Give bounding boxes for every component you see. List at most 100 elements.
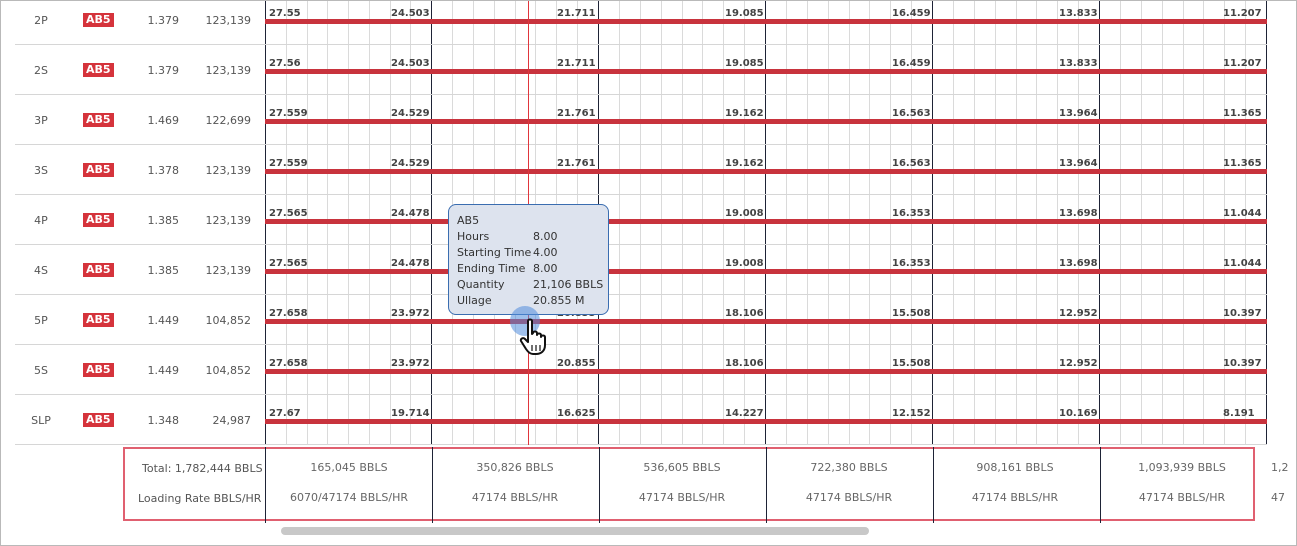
grade-badge-label: AB5: [83, 263, 114, 277]
ullage-value: 15.508: [892, 308, 931, 319]
ullage-value: 18.106: [725, 308, 764, 319]
gantt-chart[interactable]: 27.55 24.503 21.711 19.085 16.459 13.833 11.20…: [265, 1, 1267, 445]
ullage-value: 27.658: [269, 308, 308, 319]
totals-divider: [1100, 447, 1101, 523]
interval-loading-rate: 47174 BBLS/HR: [638, 491, 726, 504]
ullage-value: 14.227: [725, 408, 764, 419]
capacity-value: 104,852: [205, 364, 252, 377]
overflow-quantity: 1,2: [1271, 461, 1289, 474]
ullage-value: 10.397: [1223, 358, 1262, 369]
ullage-value: 12.152: [892, 408, 931, 419]
capacity-value: 122,699: [205, 114, 252, 127]
grade-badge-label: AB5: [83, 413, 114, 427]
tooltip-label: Hours: [457, 230, 490, 243]
ullage-value: 19.085: [725, 8, 764, 19]
ullage-value: 24.503: [391, 58, 430, 69]
tooltip-value: 8.00: [533, 230, 558, 243]
tooltip-value: 21,106 BBLS: [533, 278, 604, 291]
totals-divider: [933, 447, 934, 523]
ullage-value: 27.559: [269, 108, 308, 119]
loading-bar[interactable]: [265, 269, 1267, 274]
interval-quantity: 908,161 BBLS: [976, 461, 1054, 474]
grade-badge: AB5: [83, 163, 114, 177]
tooltip-row: Ending Time 8.00: [457, 261, 600, 277]
ullage-value: 24.478: [391, 208, 430, 219]
grade-badge-label: AB5: [83, 13, 114, 27]
ullage-value: 18.106: [725, 358, 764, 369]
row-divider: [265, 294, 1267, 295]
interval-quantity: 536,605 BBLS: [643, 461, 721, 474]
ullage-value: 24.529: [391, 158, 430, 169]
loading-bar[interactable]: [265, 169, 1267, 174]
rate-value: 1.378: [147, 164, 180, 177]
ullage-value: 21.711: [557, 8, 596, 19]
ullage-value: 13.833: [1059, 58, 1098, 69]
loading-bar[interactable]: [265, 219, 1267, 224]
tank-name: 4P: [34, 214, 48, 227]
rate-value: 1.348: [147, 414, 180, 427]
loading-bar[interactable]: [265, 69, 1267, 74]
ullage-value: 19.162: [725, 158, 764, 169]
totals-panel: Total: 1,782,444 BBLS Loading Rate BBLS/…: [123, 447, 1255, 523]
tooltip-value: 4.00: [533, 246, 558, 259]
rate-value: 1.379: [147, 64, 180, 77]
loading-bar[interactable]: [265, 119, 1267, 124]
interval-quantity: 722,380 BBLS: [810, 461, 888, 474]
interval-quantity: 350,826 BBLS: [476, 461, 554, 474]
totals-divider: [766, 447, 767, 523]
loading-bar[interactable]: [265, 319, 1267, 324]
grade-badge: AB5: [83, 263, 114, 277]
ullage-value: 24.529: [391, 108, 430, 119]
ullage-value: 23.972: [391, 358, 430, 369]
row-divider: [265, 344, 1267, 345]
rate-value: 1.379: [147, 14, 180, 27]
totals-divider: [265, 447, 266, 523]
ullage-value: 15.508: [892, 358, 931, 369]
grade-badge: AB5: [83, 413, 114, 427]
loading-bar[interactable]: [265, 19, 1267, 24]
grade-badge-label: AB5: [83, 213, 114, 227]
ullage-value: 19.008: [725, 208, 764, 219]
ullage-value: 13.964: [1059, 108, 1098, 119]
loading-plan-window: 2P AB5 1.379 123,139 2S AB5 1.379 123,139 3P AB5 1…: [0, 0, 1297, 546]
grade-badge-label: AB5: [83, 313, 114, 327]
interval-loading-rate: 47174 BBLS/HR: [805, 491, 893, 504]
tank-name: 3S: [34, 164, 48, 177]
loading-bar[interactable]: [265, 419, 1267, 424]
row-divider: [265, 144, 1267, 145]
ullage-value: 11.365: [1223, 108, 1262, 119]
ullage-value: 16.563: [892, 158, 931, 169]
total-quantity-label: Total: 1,782,444 BBLS: [142, 462, 263, 475]
grade-badge: AB5: [83, 313, 114, 327]
horizontal-scrollbar[interactable]: [281, 527, 869, 535]
totals-divider: [599, 447, 600, 523]
ullage-value: 11.044: [1223, 258, 1262, 269]
interval-loading-rate: 47174 BBLS/HR: [1138, 491, 1226, 504]
tank-name: 2P: [34, 14, 48, 27]
loading-bar[interactable]: [265, 369, 1267, 374]
ullage-value: 16.563: [892, 108, 931, 119]
grade-badge: AB5: [83, 363, 114, 377]
capacity-value: 123,139: [205, 214, 252, 227]
tooltip-label: Starting Time: [457, 246, 532, 259]
ullage-value: 10.169: [1059, 408, 1098, 419]
tooltip-row: Starting Time 4.00: [457, 245, 600, 261]
ullage-value: 20.855: [557, 358, 596, 369]
bar-tooltip: AB5 Hours 8.00 Starting Time 4.00 Ending Tim…: [448, 204, 609, 315]
tooltip-value: 20.855 M: [533, 294, 585, 307]
ullage-value: 13.833: [1059, 8, 1098, 19]
grade-badge: AB5: [83, 63, 114, 77]
ullage-value: 24.478: [391, 258, 430, 269]
tooltip-row: Quantity 21,106 BBLS: [457, 277, 604, 293]
tooltip-label: Ending Time: [457, 262, 526, 275]
grade-badge-label: AB5: [83, 363, 114, 377]
tank-name: 3P: [34, 114, 48, 127]
ullage-value: 11.365: [1223, 158, 1262, 169]
capacity-value: 123,139: [205, 64, 252, 77]
ullage-value: 16.353: [892, 208, 931, 219]
ullage-value: 24.503: [391, 8, 430, 19]
row-divider: [265, 444, 1267, 445]
ullage-value: 27.56: [269, 58, 301, 69]
grade-badge: AB5: [83, 13, 114, 27]
rate-value: 1.469: [147, 114, 180, 127]
